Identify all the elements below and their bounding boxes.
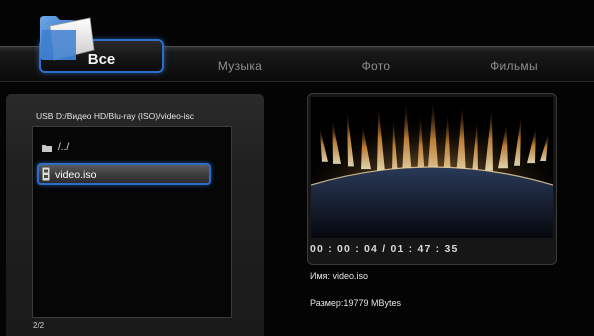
folder-icon bbox=[42, 145, 52, 152]
file-name-info: Имя: video.iso bbox=[310, 271, 369, 281]
video-preview-thumbnail bbox=[311, 97, 553, 238]
current-path: USB D:/Видео HD/Blu-ray (ISO)/video-isc bbox=[36, 111, 195, 121]
list-item-parent-folder[interactable]: /../ bbox=[42, 139, 162, 157]
page-indicator: 2/2 bbox=[33, 321, 45, 330]
tab-movies[interactable]: Фильмы bbox=[484, 57, 544, 75]
list-item-video-iso[interactable]: video.iso bbox=[37, 163, 211, 185]
file-size-info: Размер:19779 MBytes bbox=[310, 298, 401, 308]
playback-time: 00 : 00 : 04 / 01 : 47 : 35 bbox=[310, 243, 459, 255]
tab-photo[interactable]: Фото bbox=[356, 57, 396, 75]
folder-icon bbox=[40, 16, 95, 61]
media-player-screen: Все Музыка Фото Фильмы USB D:/Видео HD/B… bbox=[0, 0, 594, 336]
disc-file-icon bbox=[42, 167, 50, 181]
list-item-label: /../ bbox=[58, 142, 70, 153]
list-item-label: video.iso bbox=[55, 169, 97, 181]
file-list[interactable]: /../ video.iso bbox=[32, 126, 232, 318]
tab-music[interactable]: Музыка bbox=[212, 57, 268, 75]
